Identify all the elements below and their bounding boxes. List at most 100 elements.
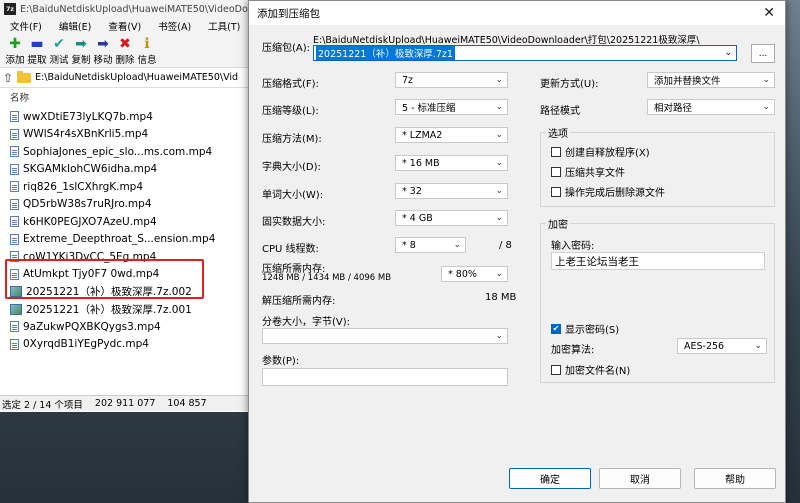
chevron-down-icon: ⌄: [495, 75, 503, 85]
file-list: wwXDtiE73lyLKQ7b.mp4 WWlS4r4sXBnKrli5.mp4…: [0, 108, 255, 353]
file-row[interactable]: k6HK0PEGJXO7AzeU.mp4: [0, 213, 255, 231]
mem-compress-detail: 1248 MB / 1434 MB / 4096 MB: [262, 273, 392, 283]
menu-edit[interactable]: 编辑(E): [59, 19, 91, 33]
password-label: 输入密码:: [551, 241, 595, 252]
file-row[interactable]: SophiaJones_epic_slo...ms.com.mp4: [0, 143, 255, 161]
checkbox[interactable]: [551, 364, 561, 375]
close-icon[interactable]: ✕: [763, 5, 775, 21]
fm-status-bar: 选定 2 / 14 个项目 202 911 077 104 857: [0, 395, 255, 411]
toolbar-label: 信息: [137, 55, 157, 66]
option-shared[interactable]: 压缩共享文件: [551, 164, 625, 179]
toolbar-label: 移动: [93, 55, 113, 66]
toolbar-button-move[interactable]: ➡ 移动: [93, 36, 113, 67]
format-value: 7z: [402, 74, 414, 86]
up-arrow-icon[interactable]: ⇧: [3, 71, 13, 85]
option-delete-label: 操作完成后删除源文件: [565, 188, 665, 199]
chevron-down-icon: ⌄: [754, 341, 762, 351]
mem-usage-select[interactable]: * 80% ⌄: [441, 266, 508, 282]
file-name: SophiaJones_epic_slo...ms.com.mp4: [23, 145, 213, 158]
option-shared-label: 压缩共享文件: [565, 168, 625, 179]
checkbox[interactable]: [551, 186, 561, 197]
dict-select[interactable]: * 16 MB ⌄: [395, 155, 508, 171]
chevron-down-icon: ⌄: [495, 186, 503, 196]
encrypt-names[interactable]: 加密文件名(N): [551, 362, 630, 377]
chevron-down-icon: ⌄: [495, 158, 503, 168]
option-sfx[interactable]: 创建自释放程序(X): [551, 144, 650, 159]
file-row[interactable]: SKGAMkIohCW6idha.mp4: [0, 161, 255, 179]
params-input[interactable]: [262, 368, 508, 386]
fm-titlebar: 7z E:\BaiduNetdiskUpload\HuaweiMATE50\Vi…: [0, 0, 254, 18]
archive-row[interactable]: 20251221（补）极致深厚.7z.001: [0, 301, 255, 319]
file-row[interactable]: wwXDtiE73lyLKQ7b.mp4: [0, 108, 255, 126]
file-name: 9aZukwPQXBKQygs3.mp4: [23, 320, 161, 333]
menu-bookmarks[interactable]: 书签(A): [158, 19, 191, 33]
toolbar-label: 提取: [27, 55, 47, 66]
extract-icon: ▬: [30, 36, 44, 52]
path-mode-select[interactable]: 相对路径 ⌄: [647, 99, 775, 115]
chevron-down-icon[interactable]: ⌄: [724, 46, 732, 60]
update-value: 添加并替换文件: [654, 76, 721, 87]
chevron-down-icon: ⌄: [495, 130, 503, 140]
threads-total: / 8: [499, 240, 512, 251]
file-name: SKGAMkIohCW6idha.mp4: [23, 163, 158, 176]
menu-view[interactable]: 查看(V): [108, 19, 141, 33]
chevron-down-icon: ⌄: [495, 213, 503, 223]
archive-name-input[interactable]: 20251221（补）极致深厚.7z1 ⌄: [313, 45, 737, 61]
format-select[interactable]: 7z ⌄: [395, 72, 508, 88]
word-label: 单词大小(W):: [262, 190, 324, 201]
video-file-icon: [10, 146, 19, 158]
toolbar-button-delete[interactable]: ✖ 删除: [116, 36, 135, 67]
ok-button[interactable]: 确定: [509, 468, 591, 489]
threads-select[interactable]: * 8 ⌄: [395, 237, 466, 253]
chevron-down-icon: ⌄: [495, 102, 503, 112]
address-path[interactable]: E:\BaiduNetdiskUpload\HuaweiMATE50\Vid: [35, 72, 238, 83]
split-select[interactable]: ⌄: [262, 328, 508, 344]
cancel-button[interactable]: 取消: [599, 468, 681, 489]
file-row[interactable]: riq826_1slCXhrgK.mp4: [0, 178, 255, 196]
method-label: 压缩方法(M):: [262, 134, 322, 145]
archive-path: E:\BaiduNetdiskUpload\HuaweiMATE50\Video…: [313, 35, 700, 46]
menu-tools[interactable]: 工具(T): [208, 19, 240, 33]
toolbar-button-add[interactable]: ✚ 添加: [6, 36, 25, 67]
word-select[interactable]: * 32 ⌄: [395, 183, 508, 199]
checkbox[interactable]: [551, 166, 561, 177]
option-delete[interactable]: 操作完成后删除源文件: [551, 184, 665, 199]
password-value: 上老王论坛当老王: [555, 255, 639, 268]
enc-method-label: 加密算法:: [551, 345, 595, 356]
file-row[interactable]: 9aZukwPQXBKQygs3.mp4: [0, 318, 255, 336]
column-header-name[interactable]: 名称: [0, 88, 254, 104]
encrypt-names-label: 加密文件名(N): [565, 366, 631, 377]
menu-file[interactable]: 文件(F): [10, 19, 42, 33]
toolbar-button-extract[interactable]: ▬ 提取: [27, 36, 47, 67]
video-file-icon: [10, 233, 19, 245]
video-file-icon: [10, 111, 19, 123]
file-name: k6HK0PEGJXO7AzeU.mp4: [23, 215, 157, 228]
file-row[interactable]: WWlS4r4sXBnKrli5.mp4: [0, 126, 255, 144]
checkbox-checked[interactable]: ✔: [551, 323, 561, 334]
toolbar-button-test[interactable]: ✔ 测试: [50, 36, 69, 67]
browse-button[interactable]: ...: [751, 44, 775, 63]
video-file-icon: [10, 216, 19, 228]
solid-select[interactable]: * 4 GB ⌄: [395, 210, 508, 226]
file-row[interactable]: QD5rbW38s7ruRJro.mp4: [0, 196, 255, 214]
move-icon: ➡: [97, 36, 109, 52]
level-label: 压缩等级(L):: [262, 106, 319, 117]
help-button[interactable]: 帮助: [694, 468, 776, 489]
file-row[interactable]: Extreme_Deepthroat_S...ension.mp4: [0, 231, 255, 249]
toolbar-button-info[interactable]: ℹ 信息: [137, 36, 157, 67]
checkbox[interactable]: [551, 146, 561, 157]
level-value: 5 - 标准压缩: [402, 103, 456, 114]
method-select[interactable]: * LZMA2 ⌄: [395, 127, 508, 143]
threads-label: CPU 线程数:: [262, 244, 319, 255]
file-name: wwXDtiE73lyLKQ7b.mp4: [23, 110, 153, 123]
file-row[interactable]: 0XyrqdB1iYEgPydc.mp4: [0, 336, 255, 354]
level-select[interactable]: 5 - 标准压缩 ⌄: [395, 99, 508, 115]
enc-method-select[interactable]: AES-256 ⌄: [677, 338, 767, 354]
selection-highlight-box: [5, 259, 204, 299]
show-password[interactable]: ✔ 显示密码(S): [551, 321, 619, 336]
toolbar-button-copy[interactable]: ➡ 复制: [72, 36, 91, 67]
fm-menubar: 文件(F) 编辑(E) 查看(V) 书签(A) 工具(T) 帮助: [0, 18, 254, 34]
update-select[interactable]: 添加并替换文件 ⌄: [647, 72, 775, 88]
dict-label: 字典大小(D):: [262, 162, 321, 173]
password-input[interactable]: 上老王论坛当老王: [551, 252, 765, 270]
